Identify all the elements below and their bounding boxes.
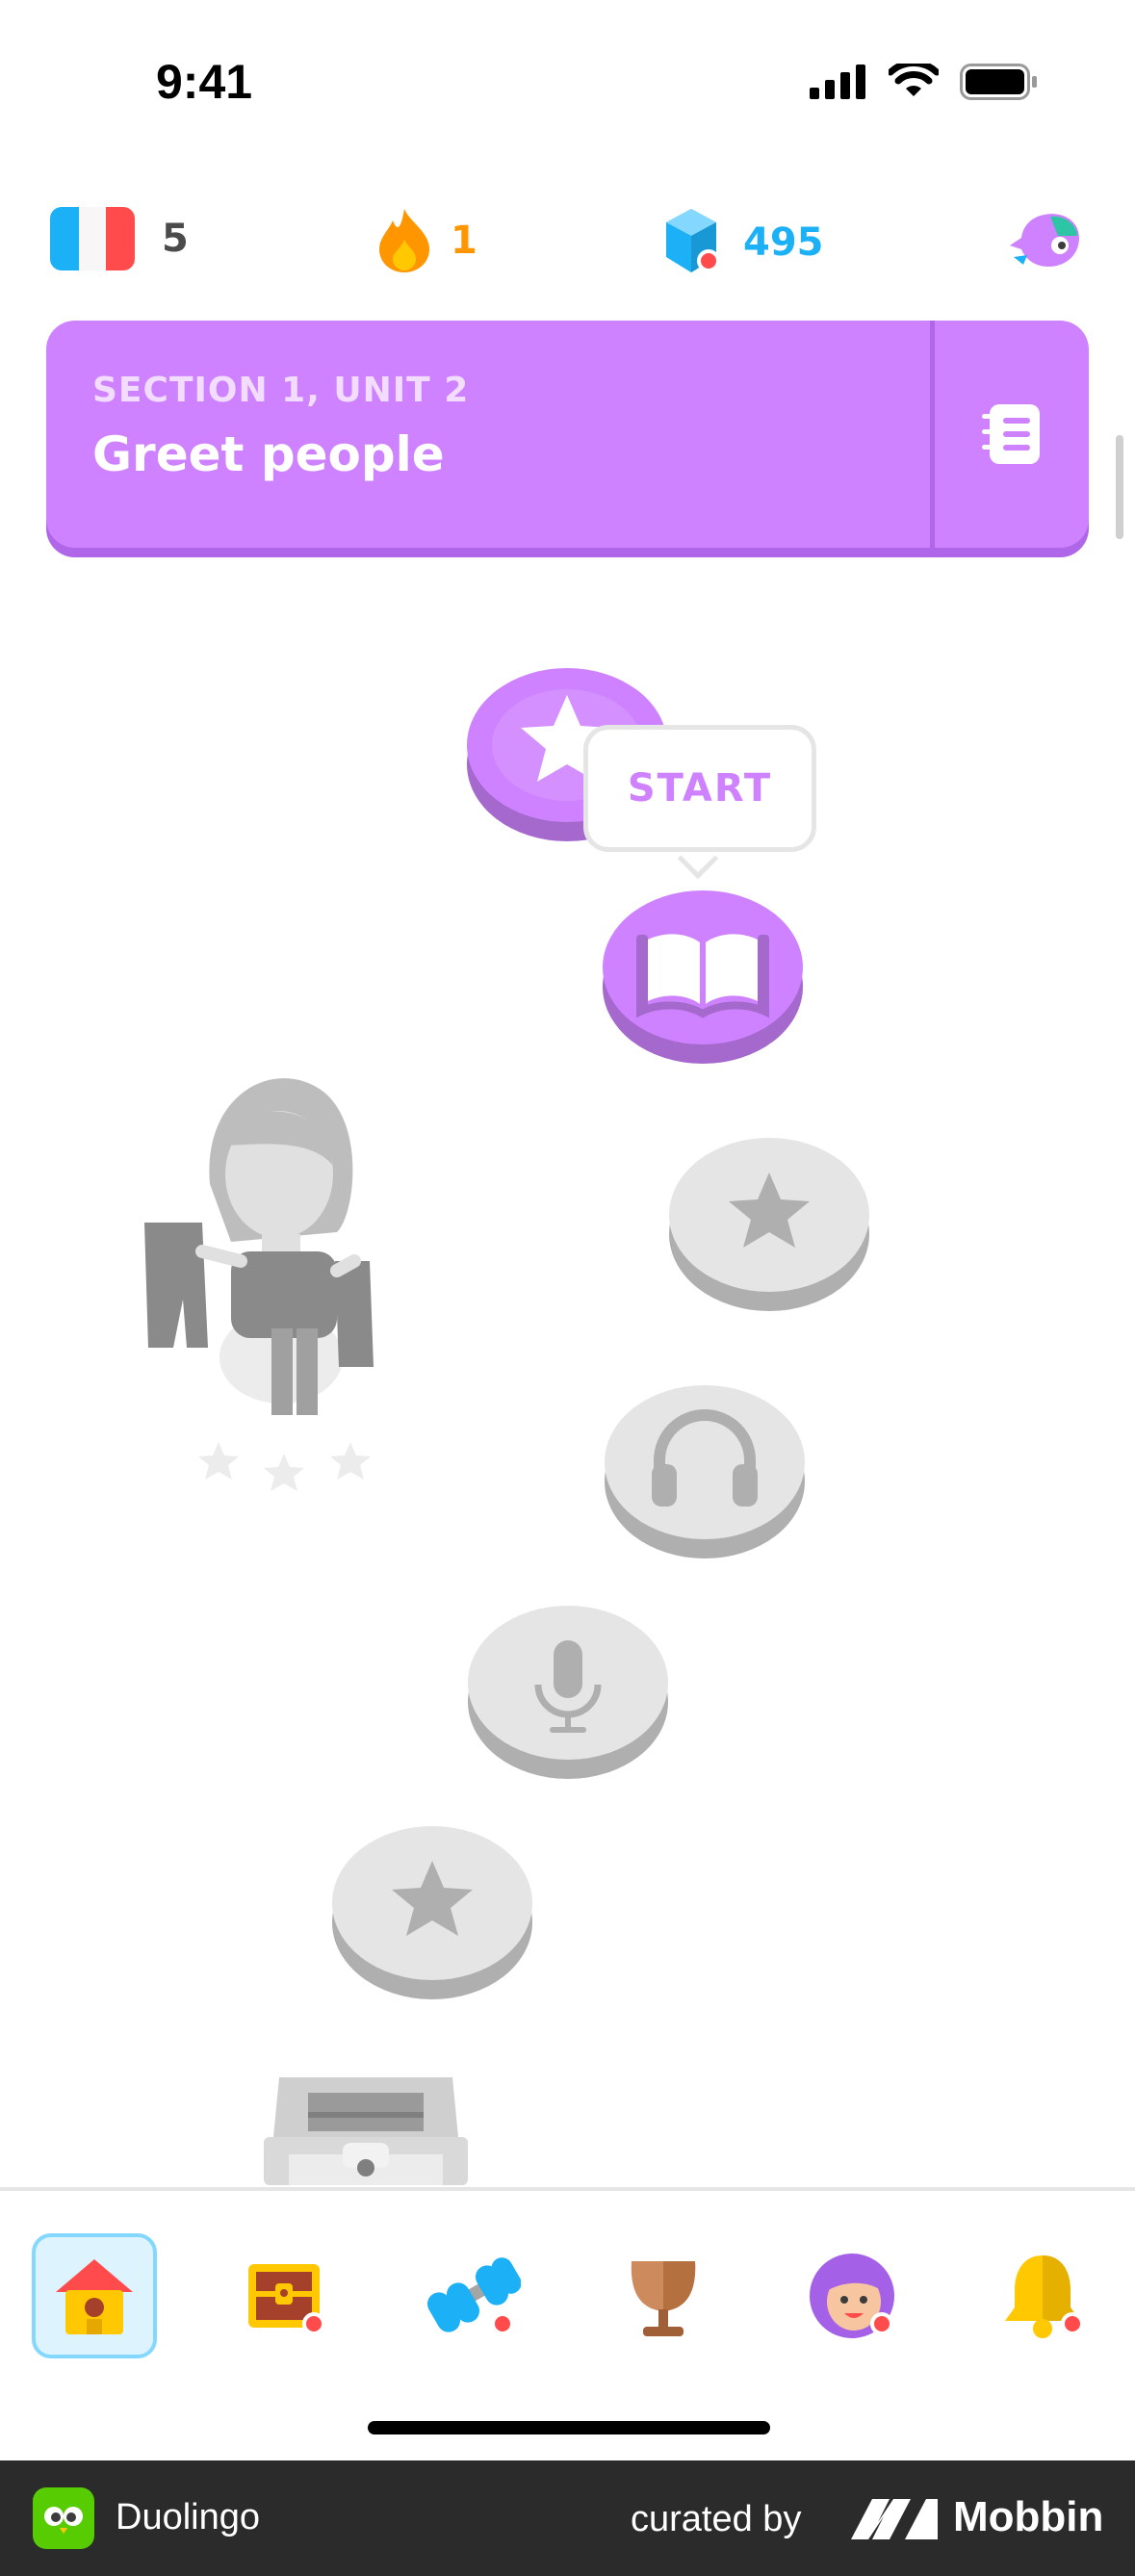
super-duo-icon [1010,214,1079,267]
start-tooltip-box: START [583,725,816,852]
chest-badge-dot [302,2312,325,2335]
gems-badge-dot [697,249,720,272]
battery-icon [960,64,1037,100]
tab-learn[interactable] [32,2233,157,2358]
tab-leaderboards[interactable] [601,2233,726,2358]
status-icons [810,64,1039,100]
notifications-badge-dot [1061,2312,1084,2335]
lesson-node-current-book[interactable] [602,879,804,1067]
duolingo-owl-icon [33,2487,94,2549]
profile-badge-dot [870,2312,893,2335]
cellular-signal-icon [810,64,865,99]
gems-icon-wrap [662,207,720,278]
tab-practice-chest[interactable] [221,2233,347,2358]
bottom-tab-bar [0,2187,1135,2459]
unit-section-label: SECTION 1, UNIT 2 [92,371,470,410]
flame-icon [379,209,429,272]
lesson-node-locked-speaking[interactable] [467,1594,669,1782]
practice-badge-dot [491,2312,514,2335]
tab-notifications[interactable] [980,2233,1105,2358]
gems-button[interactable]: 495 [662,207,824,278]
tab-profile[interactable] [789,2233,915,2358]
locked-chest[interactable] [260,2070,472,2185]
character-illustration [135,1020,404,1521]
start-label: START [627,766,773,811]
footer-attribution: Duolingo curated by Mobbin [0,2460,1135,2576]
lesson-node-locked-star[interactable] [668,1126,870,1314]
lesson-node-locked-star-2[interactable] [331,1815,533,2002]
status-bar: 9:41 [0,0,1135,154]
course-count: 5 [162,217,189,261]
lock-icon [357,2159,374,2177]
footer-curated-by: curated by [631,2499,802,2539]
unit-banner: SECTION 1, UNIT 2 Greet people [46,321,1089,548]
france-flag-icon [50,207,135,270]
footer-app-name: Duolingo [116,2497,260,2537]
home-icon [56,2259,133,2334]
trophy-icon [631,2261,696,2336]
footer-brand: Mobbin [953,2493,1104,2540]
lesson-node-locked-listening[interactable] [604,1374,806,1561]
streak-button[interactable]: 1 [375,207,477,274]
status-time: 9:41 [156,55,253,109]
unit-title: Greet people [92,426,445,482]
start-tooltip[interactable]: START [583,725,816,880]
streak-count: 1 [451,219,477,263]
stats-row: 5 1 495 [0,197,1135,284]
guidebook-icon [982,404,1040,464]
language-course-button[interactable]: 5 [50,207,189,270]
super-duo-button[interactable] [1006,207,1085,276]
scrollbar[interactable] [1116,435,1123,539]
guidebook-button[interactable] [935,321,1089,548]
wifi-icon [889,64,939,96]
home-indicator[interactable] [368,2421,770,2434]
gems-count: 495 [743,220,824,265]
rating-stars [198,1442,371,1491]
tab-practice[interactable] [410,2233,535,2358]
mobbin-logo-icon [851,2499,938,2539]
